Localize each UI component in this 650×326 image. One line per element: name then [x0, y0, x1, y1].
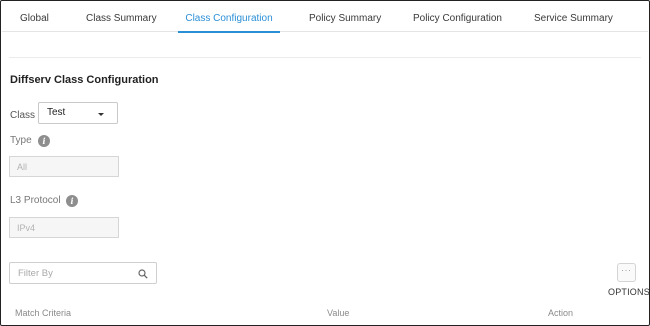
options-label[interactable]: OPTIONS — [608, 287, 650, 297]
column-header-match-criteria[interactable]: Match Criteria — [15, 308, 71, 318]
tab-global[interactable]: Global — [20, 2, 49, 32]
tab-policy-configuration[interactable]: Policy Configuration — [413, 2, 502, 32]
class-select-value: Test — [47, 107, 66, 118]
class-select[interactable]: Test — [38, 102, 118, 124]
more-icon: ··· — [621, 265, 632, 275]
tab-bar: Global Class Summary Class Configuration… — [2, 2, 648, 33]
tab-class-configuration[interactable]: Class Configuration — [178, 2, 280, 33]
l3-protocol-label: L3 Protocol — [10, 195, 61, 206]
chevron-down-icon — [98, 113, 104, 116]
divider — [9, 57, 641, 58]
search-icon — [138, 269, 148, 279]
l3-protocol-field: IPv4 — [9, 217, 119, 238]
type-label: Type — [10, 135, 32, 146]
tab-policy-summary[interactable]: Policy Summary — [309, 2, 381, 32]
filter-input[interactable]: Filter By — [9, 262, 157, 284]
class-label: Class — [10, 110, 36, 121]
page-title: Diffserv Class Configuration — [10, 74, 159, 86]
filter-placeholder: Filter By — [18, 268, 53, 279]
tab-service-summary[interactable]: Service Summary — [534, 2, 613, 32]
info-icon[interactable]: i — [66, 195, 78, 207]
tab-class-summary[interactable]: Class Summary — [86, 2, 157, 32]
type-field: All — [9, 156, 119, 177]
options-button[interactable]: ··· — [617, 263, 636, 282]
column-header-value[interactable]: Value — [327, 308, 349, 318]
column-header-action[interactable]: Action — [548, 308, 573, 318]
window-frame: Global Class Summary Class Configuration… — [0, 0, 650, 326]
info-icon[interactable]: i — [38, 135, 50, 147]
